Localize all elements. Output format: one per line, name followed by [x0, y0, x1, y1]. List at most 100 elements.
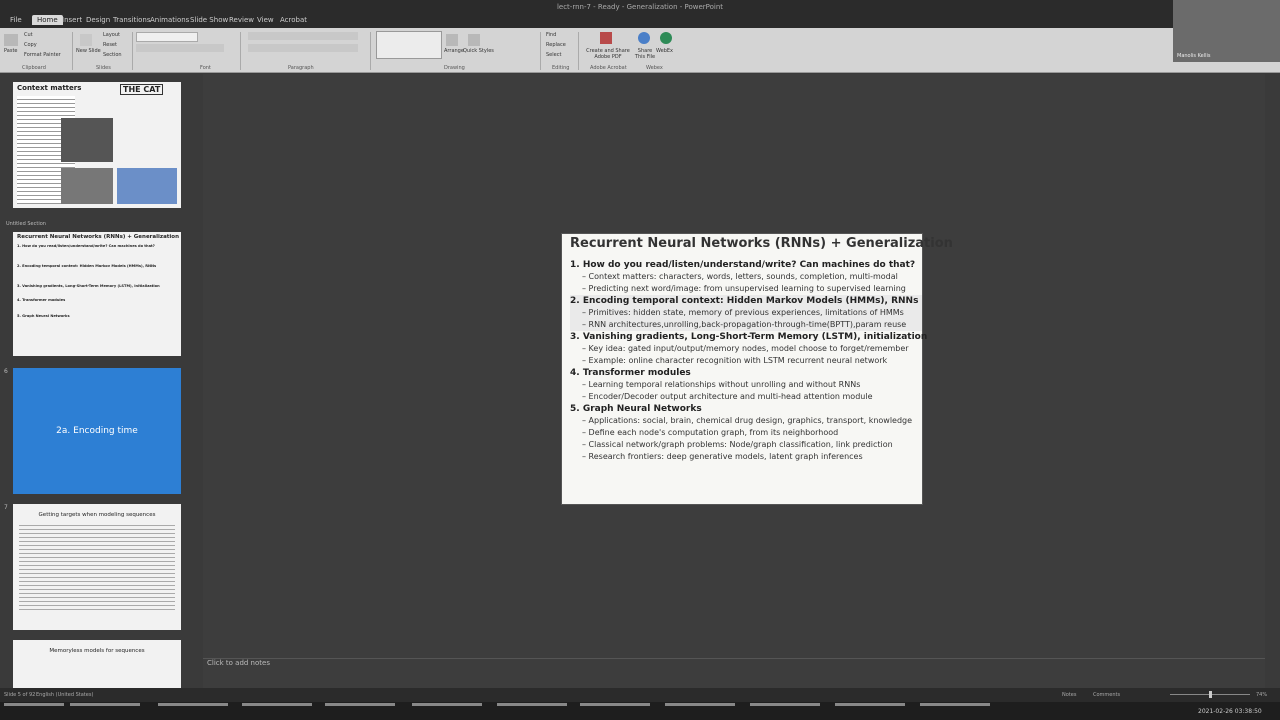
- ribbon-divider: [578, 32, 579, 70]
- tab-transitions[interactable]: Transitions: [113, 16, 151, 24]
- tab-insert[interactable]: Insert: [62, 16, 82, 24]
- webex-icon[interactable]: [660, 32, 672, 44]
- tab-slide-show[interactable]: Slide Show: [190, 16, 228, 24]
- taskbar-item[interactable]: [750, 703, 820, 706]
- slide-bullet: – Classical network/graph problems: Node…: [582, 440, 893, 449]
- slide-bullet: – Learning temporal relationships withou…: [582, 380, 861, 389]
- slide-thumbnail-encoding-time[interactable]: 2a. Encoding time: [13, 368, 181, 494]
- ribbon: Paste Cut Copy Format Painter Clipboard …: [0, 28, 1280, 73]
- section-header[interactable]: Untitled Section: [6, 221, 46, 227]
- layout-button[interactable]: Layout: [103, 32, 120, 38]
- taskbar-item[interactable]: [920, 703, 990, 706]
- thumbnail-image: [117, 168, 177, 204]
- taskbar-item[interactable]: [325, 703, 395, 706]
- paragraph-buttons[interactable]: [248, 32, 358, 40]
- font-family-select[interactable]: [136, 32, 198, 42]
- copy-button[interactable]: Copy: [24, 42, 37, 48]
- slide-heading: 3. Vanishing gradients, Long-Short-Term …: [570, 332, 928, 342]
- section-button[interactable]: Section: [103, 52, 122, 58]
- create-pdf-button[interactable]: Create and Share Adobe PDF: [584, 48, 632, 60]
- slide-heading: 5. Graph Neural Networks: [570, 404, 702, 414]
- slide-body[interactable]: 1. How do you read/listen/understand/wri…: [570, 259, 928, 463]
- slide-bullet: – Predicting next word/image: from unsup…: [582, 284, 906, 293]
- tab-review[interactable]: Review: [229, 16, 254, 24]
- taskbar-item[interactable]: [580, 703, 650, 706]
- reset-button[interactable]: Reset: [103, 42, 117, 48]
- taskbar-item[interactable]: [70, 703, 140, 706]
- cut-button[interactable]: Cut: [24, 32, 33, 38]
- webex-button[interactable]: WebEx: [656, 48, 673, 54]
- arrange-button[interactable]: Arrange: [444, 48, 464, 54]
- zoom-level[interactable]: 74%: [1256, 692, 1267, 698]
- slide-bullet: – Research frontiers: deep generative mo…: [582, 452, 863, 461]
- slide-thumbnails-pane[interactable]: Context matters THE CAT Untitled Section…: [0, 74, 200, 688]
- arrange-icon[interactable]: [446, 34, 458, 46]
- notes-pane[interactable]: Click to add notes: [203, 658, 1265, 689]
- notes-placeholder[interactable]: Click to add notes: [207, 659, 270, 667]
- taskbar: 2021-02-26 03:38:50: [0, 702, 1280, 720]
- notes-toggle[interactable]: Notes: [1062, 692, 1076, 698]
- zoom-slider-thumb[interactable]: [1209, 691, 1212, 698]
- clipboard-group-label: Clipboard: [22, 65, 46, 71]
- quick-styles-icon[interactable]: [468, 34, 480, 46]
- slide-thumbnail-memoryless-models[interactable]: Memoryless models for sequences: [13, 640, 181, 688]
- taskbar-item[interactable]: [412, 703, 482, 706]
- window-title: lect-rnn-7 - Ready - Generalization - Po…: [556, 3, 724, 11]
- slide-thumbnail-rnn-overview[interactable]: Recurrent Neural Networks (RNNs) + Gener…: [13, 232, 181, 356]
- paste-icon[interactable]: [4, 34, 18, 46]
- thumbnail-title: Getting targets when modeling sequences: [38, 512, 156, 518]
- thumbnail-title: Context matters: [17, 84, 82, 92]
- slide-bullet: – Applications: social, brain, chemical …: [582, 416, 913, 425]
- share-icon[interactable]: [638, 32, 650, 44]
- new-slide-icon[interactable]: [80, 34, 92, 46]
- vertical-scrollbar[interactable]: [1270, 74, 1280, 688]
- format-painter-button[interactable]: Format Painter: [24, 52, 61, 58]
- thumbnail-title: Memoryless models for sequences: [49, 648, 145, 654]
- quick-styles-button[interactable]: Quick Styles: [463, 48, 494, 54]
- share-file-button[interactable]: Share This File: [632, 48, 658, 60]
- thumbnail-cat-caption: THE CAT: [120, 84, 164, 95]
- tab-animations[interactable]: Animations: [150, 16, 189, 24]
- taskbar-item[interactable]: [665, 703, 735, 706]
- taskbar-item[interactable]: [835, 703, 905, 706]
- tab-file[interactable]: File: [10, 16, 22, 24]
- slide-heading: 4. Transformer modules: [570, 368, 691, 378]
- ribbon-divider: [370, 32, 371, 70]
- slide-thumbnail-getting-targets[interactable]: Getting targets when modeling sequences: [13, 504, 181, 630]
- alignment-buttons[interactable]: [248, 44, 358, 52]
- slide-title[interactable]: Recurrent Neural Networks (RNNs) + Gener…: [570, 236, 953, 251]
- taskbar-item[interactable]: [497, 703, 567, 706]
- slide-heading: 2. Encoding temporal context: Hidden Mar…: [570, 295, 922, 307]
- language-indicator[interactable]: English (United States): [36, 692, 93, 698]
- current-slide[interactable]: Recurrent Neural Networks (RNNs) + Gener…: [562, 234, 953, 504]
- font-formatting-buttons[interactable]: [136, 44, 224, 52]
- taskbar-item[interactable]: [4, 703, 64, 706]
- thumbnail-line: 2. Encoding temporal context: Hidden Mar…: [17, 264, 157, 268]
- paste-button[interactable]: Paste: [4, 48, 18, 54]
- slide-bullet: – Primitives: hidden state, memory of pr…: [570, 307, 922, 319]
- thumbnail-text-block: [19, 522, 175, 612]
- thumbnail-line: 5. Graph Neural Networks: [17, 314, 70, 318]
- webex-group-label: Webex: [646, 65, 663, 71]
- slide-thumbnail-context-matters[interactable]: Context matters THE CAT: [13, 82, 181, 208]
- find-button[interactable]: Find: [546, 32, 556, 38]
- webcam-name: Manolis Kellis: [1177, 53, 1211, 59]
- new-slide-button[interactable]: New Slide: [76, 48, 101, 54]
- tab-design[interactable]: Design: [86, 16, 110, 24]
- slides-group-label: Slides: [96, 65, 111, 71]
- comments-toggle[interactable]: Comments: [1093, 692, 1120, 698]
- tab-acrobat[interactable]: Acrobat: [280, 16, 307, 24]
- shapes-gallery[interactable]: [376, 31, 442, 59]
- slide-number: 7: [4, 504, 8, 511]
- taskbar-item[interactable]: [242, 703, 312, 706]
- replace-button[interactable]: Replace: [546, 42, 566, 48]
- tab-home[interactable]: Home: [32, 15, 63, 25]
- slide-count: Slide 5 of 92: [4, 692, 36, 698]
- thumbnail-image: [61, 118, 113, 162]
- adobe-pdf-icon[interactable]: [600, 32, 612, 44]
- tab-view[interactable]: View: [257, 16, 274, 24]
- slide-number: 6: [4, 368, 8, 375]
- slide-bullet: – Encoder/Decoder output architecture an…: [582, 392, 873, 401]
- select-button[interactable]: Select: [546, 52, 561, 58]
- taskbar-item[interactable]: [158, 703, 228, 706]
